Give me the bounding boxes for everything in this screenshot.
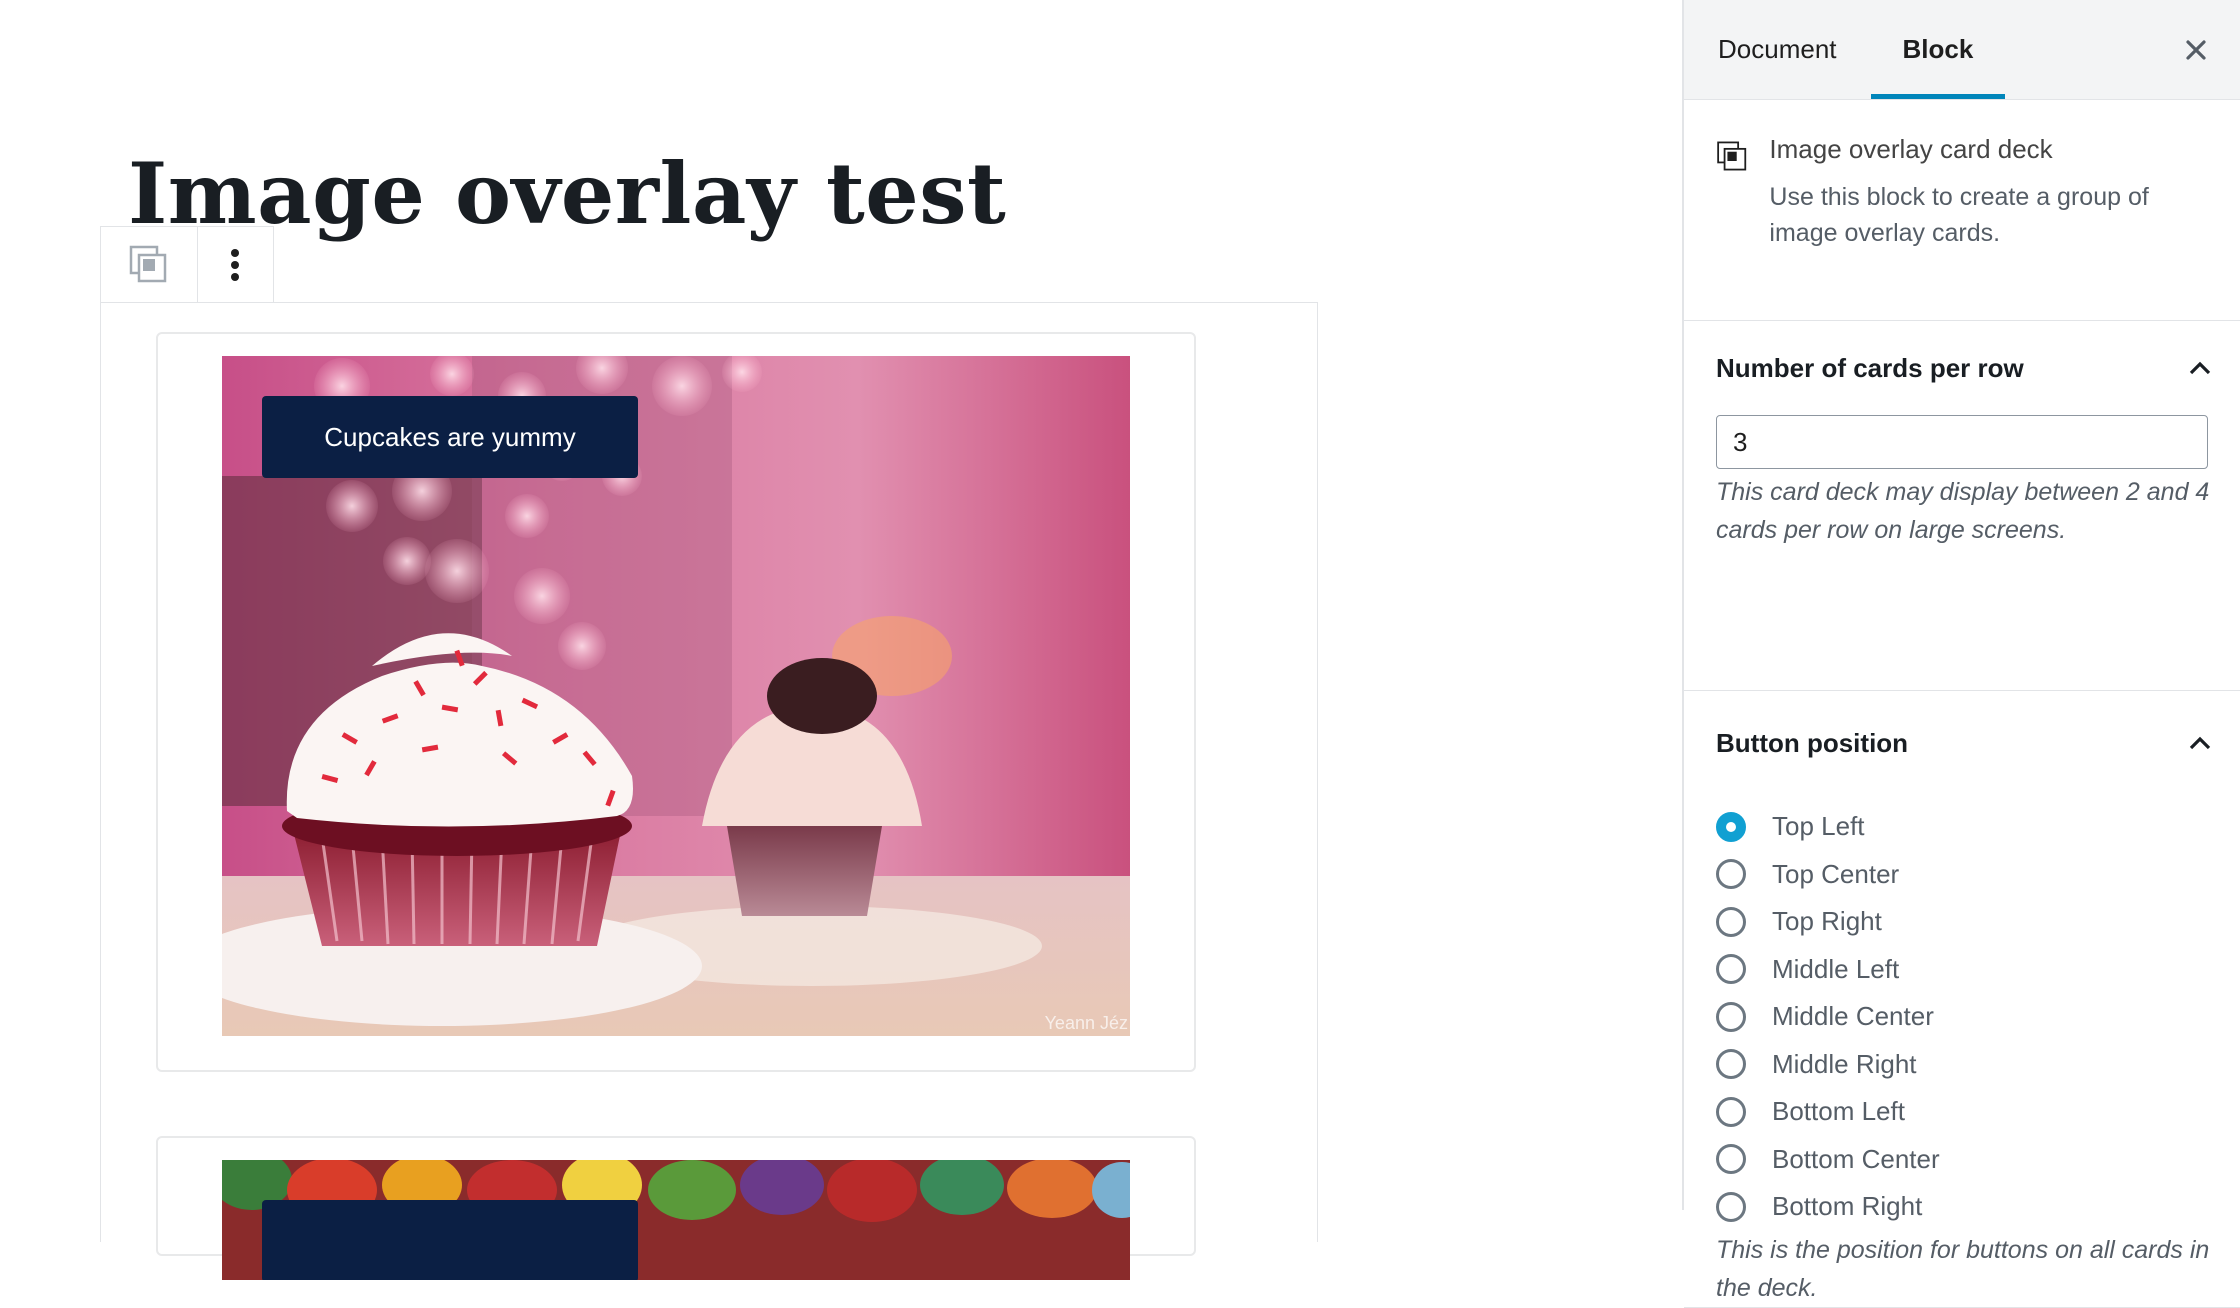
radio-icon[interactable] — [1716, 906, 1746, 937]
block-card-description: Use this block to create a group of imag… — [1769, 183, 2149, 247]
radio-label[interactable]: Middle Right — [1772, 1049, 1917, 1080]
button-position-toggle[interactable]: Button position — [1684, 691, 2240, 795]
cards-per-row-help: This card deck may display between 2 and… — [1716, 478, 2210, 544]
card-overlay-button[interactable] — [262, 1200, 638, 1280]
panel-title: Number of cards per row — [1716, 352, 2024, 383]
post-title[interactable]: Image overlay test — [128, 149, 1006, 238]
cards-per-row-toggle[interactable]: Number of cards per row — [1684, 321, 2240, 415]
radio-option-bottom-left[interactable]: Bottom Left — [1716, 1088, 2212, 1136]
radio-label[interactable]: Top Right — [1772, 906, 1882, 937]
editor-canvas: Image overlay test Cupcakes are yummy Ye… — [0, 0, 1682, 1280]
radio-icon[interactable] — [1716, 1144, 1746, 1175]
radio-option-top-center[interactable]: Top Center — [1716, 851, 2212, 899]
card-deck-icon — [129, 245, 167, 282]
radio-label[interactable]: Middle Left — [1772, 954, 1899, 985]
tab-document[interactable]: Document — [1684, 0, 1871, 99]
sidebar-tabs: Document Block — [1684, 0, 2240, 100]
radio-checked-icon[interactable] — [1716, 811, 1746, 842]
chevron-up-icon — [2189, 361, 2211, 375]
radio-label[interactable]: Bottom Right — [1772, 1191, 1922, 1222]
block-card: Image overlay card deck Use this block t… — [1684, 100, 2240, 321]
card-deck-icon — [1717, 141, 1747, 171]
radio-option-top-left[interactable]: Top Left — [1716, 803, 2212, 851]
cards-per-row-input[interactable] — [1716, 415, 2208, 469]
radio-label[interactable]: Bottom Left — [1772, 1096, 1905, 1127]
radio-icon[interactable] — [1716, 1191, 1746, 1222]
radio-icon[interactable] — [1716, 954, 1746, 985]
radio-option-middle-left[interactable]: Middle Left — [1716, 946, 2212, 994]
card-image-jellybeans[interactable] — [222, 1160, 1130, 1280]
radio-icon[interactable] — [1716, 859, 1746, 890]
card-image-cupcakes[interactable]: Cupcakes are yummy Yeann Jéz — [222, 356, 1130, 1036]
button-position-options: Top Left Top Center Top Right Middle Lef… — [1716, 803, 2212, 1231]
radio-option-middle-right[interactable]: Middle Right — [1716, 1041, 2212, 1089]
panel-title: Button position — [1716, 727, 1909, 758]
block-card-title: Image overlay card deck — [1769, 134, 2053, 164]
close-icon — [2186, 40, 2206, 60]
card-overlay-button[interactable]: Cupcakes are yummy — [262, 396, 638, 478]
button-position-panel: Button position Top Left Top Center Top … — [1684, 691, 2240, 1308]
more-vertical-icon — [231, 248, 240, 281]
settings-sidebar: Document Block Image overlay card deck U… — [1682, 0, 2240, 1308]
cards-per-row-panel: Number of cards per row This card deck m… — [1684, 321, 2240, 691]
radio-option-bottom-right[interactable]: Bottom Right — [1716, 1183, 2212, 1231]
radio-label[interactable]: Top Left — [1772, 811, 1865, 842]
radio-label[interactable]: Middle Center — [1772, 1001, 1934, 1032]
radio-icon[interactable] — [1716, 1001, 1746, 1032]
radio-icon[interactable] — [1716, 1096, 1746, 1127]
radio-label[interactable]: Top Center — [1772, 859, 1899, 890]
photo-watermark: Yeann Jéz — [1044, 1013, 1128, 1033]
more-options-button[interactable] — [198, 227, 273, 302]
button-position-help: This is the position for buttons on all … — [1716, 1235, 2210, 1302]
close-sidebar-button[interactable] — [2176, 30, 2216, 70]
chevron-up-icon — [2189, 736, 2211, 750]
radio-icon[interactable] — [1716, 1049, 1746, 1080]
radio-option-bottom-center[interactable]: Bottom Center — [1716, 1136, 2212, 1184]
block-toolbar — [100, 226, 274, 303]
radio-option-middle-center[interactable]: Middle Center — [1716, 993, 2212, 1041]
image-overlay-card[interactable] — [156, 1136, 1196, 1280]
radio-label[interactable]: Bottom Center — [1772, 1144, 1940, 1175]
block-type-button[interactable] — [101, 227, 198, 302]
radio-option-top-right[interactable]: Top Right — [1716, 898, 2212, 946]
image-overlay-card[interactable]: Cupcakes are yummy Yeann Jéz — [156, 332, 1196, 1072]
tab-block[interactable]: Block — [1870, 0, 2006, 99]
